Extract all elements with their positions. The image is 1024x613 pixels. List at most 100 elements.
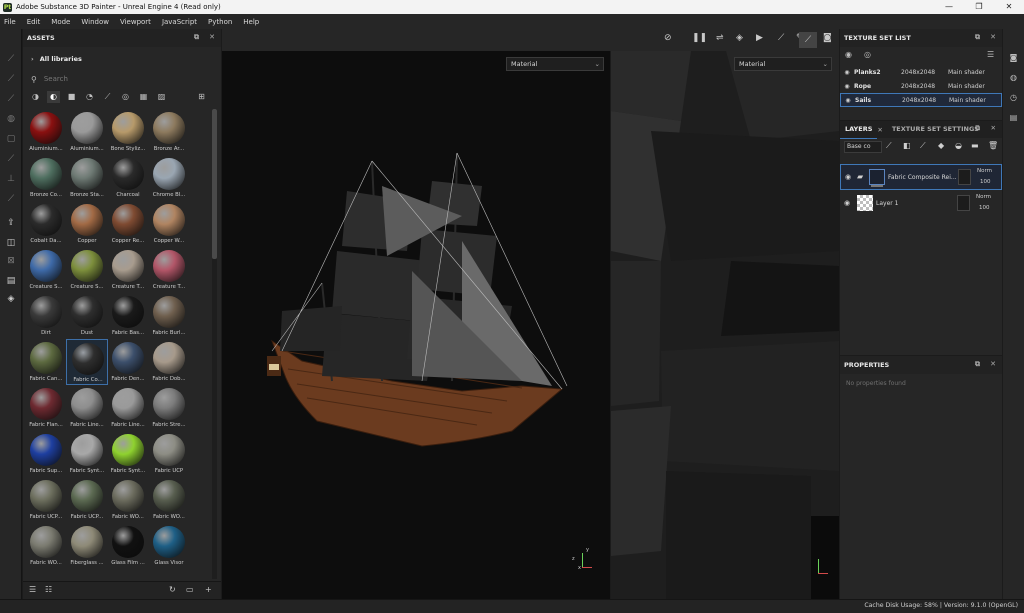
menu-python[interactable]: Python (208, 18, 232, 26)
filter-procedurals-icon[interactable]: ◎ (119, 91, 132, 103)
blend-mode[interactable]: Norm (977, 168, 992, 174)
asset-thumbnail[interactable]: Bronze Co... (25, 155, 67, 201)
close-panel-icon[interactable]: ✕ (991, 124, 996, 132)
filter-environments-icon[interactable]: ▨ (155, 91, 168, 103)
smudge-icon[interactable]: ▢ (5, 133, 17, 145)
asset-thumbnail[interactable]: Chrome Bl... (148, 155, 190, 201)
clone-icon[interactable]: ⟋ (5, 153, 17, 165)
sort-icon[interactable]: ☷ (45, 585, 52, 594)
display-settings-icon[interactable]: ◍ (1008, 73, 1019, 84)
refresh-icon[interactable]: ↻ (169, 585, 176, 594)
add-smart-material-icon[interactable]: ◒ (955, 141, 962, 150)
add-effect-icon[interactable]: ⟋ (886, 141, 892, 151)
texture-set-row[interactable]: ◉ Planks2 2048x2048 Main shader (840, 65, 1002, 79)
blend-mode[interactable]: Norm (976, 194, 991, 200)
asset-thumbnail[interactable]: Fabric WO... (148, 477, 190, 523)
menu-file[interactable]: File (4, 18, 16, 26)
close-panel-icon[interactable]: ✕ (990, 33, 996, 41)
asset-thumbnail[interactable]: Creature S... (25, 247, 67, 293)
filter-brushes-icon[interactable]: ⟋ (101, 91, 114, 103)
export-icon[interactable]: ▤ (5, 275, 17, 287)
maximize-button[interactable]: ❐ (964, 0, 994, 14)
asset-thumbnail[interactable]: Cobalt Da... (25, 201, 67, 247)
asset-thumbnail[interactable]: Copper (66, 201, 108, 247)
asset-thumbnail[interactable]: Fabric Stre... (148, 385, 190, 431)
asset-search[interactable]: ⚲ Search (23, 71, 221, 87)
tab-texture-set-settings[interactable]: TEXTURE SET SETTINGS (887, 121, 984, 138)
asset-thumbnail[interactable]: Fabric Synt... (107, 431, 149, 477)
polygon-fill-icon[interactable]: ◫ (5, 237, 17, 249)
bake-icon[interactable]: ⇪ (5, 217, 17, 229)
delete-icon[interactable]: 🗑 (988, 141, 998, 150)
menu-javascript[interactable]: JavaScript (162, 18, 197, 26)
menu-help[interactable]: Help (243, 18, 259, 26)
filter-smart-materials-icon[interactable]: ■ (65, 91, 78, 103)
viewport-2d[interactable]: Material ⌄ (611, 51, 839, 599)
undock-icon[interactable]: ⧉ (975, 124, 980, 133)
channel-dropdown-2d[interactable]: Material ⌄ (734, 57, 832, 71)
asset-thumbnail[interactable]: Fabric UCP... (25, 477, 67, 523)
texture-set-icon[interactable]: ◙ (1008, 53, 1019, 64)
filter-textures-icon[interactable]: ▦ (137, 91, 150, 103)
projection-icon[interactable]: ⟋ (5, 93, 17, 105)
tab-layers[interactable]: LAYERS (840, 121, 878, 139)
texture-set-shader[interactable]: Main shader (948, 83, 985, 90)
layer-drag-handle[interactable] (871, 185, 883, 187)
grid-view-icon[interactable]: ⊞ (195, 91, 208, 103)
undock-icon[interactable]: ⧉ (975, 33, 980, 42)
close-window-button[interactable]: ✕ (994, 0, 1024, 14)
asset-thumbnail[interactable]: Fabric Can... (25, 339, 67, 385)
eye-icon[interactable]: ◎ (864, 50, 871, 59)
screenshot-icon[interactable]: ◙ (823, 33, 832, 43)
layer-row[interactable]: ◉ Layer 1 Norm 100 (840, 191, 1002, 217)
history-icon[interactable]: ◷ (1008, 93, 1019, 104)
eye-icon[interactable]: ◉ (844, 199, 850, 207)
asset-thumbnail[interactable]: Glass Film ... (107, 523, 149, 569)
undock-icon[interactable]: ⧉ (194, 33, 199, 42)
search-input[interactable]: Search (44, 75, 68, 83)
filter-all-icon[interactable]: ◑ (29, 91, 42, 103)
camera-off-icon[interactable]: ⊘ (664, 33, 672, 43)
menu-icon[interactable]: ☰ (987, 50, 994, 59)
eye-icon[interactable]: ◉ (845, 173, 851, 181)
add-paint-layer-icon[interactable]: ⟋ (920, 141, 926, 151)
mesh-icon[interactable]: ◈ (5, 293, 17, 305)
eye-icon[interactable]: ◉ (841, 97, 855, 104)
asset-thumbnail[interactable]: Creature T... (107, 247, 149, 293)
measure-icon[interactable]: ⊠ (5, 255, 17, 267)
asset-thumbnail[interactable]: Copper W... (148, 201, 190, 247)
asset-thumbnail-selected[interactable]: Fabric Co... (66, 339, 108, 385)
close-panel-icon[interactable]: ✕ (209, 33, 215, 41)
picker-icon[interactable]: ⟋ (5, 193, 17, 205)
asset-thumbnail[interactable]: Fabric WO... (107, 477, 149, 523)
viewport-3d[interactable]: Material ⌄ z y x (222, 51, 610, 599)
stamp-icon[interactable]: ⊥ (5, 173, 17, 185)
menu-window[interactable]: Window (81, 18, 109, 26)
display-icon[interactable]: ◈ (736, 33, 743, 43)
texture-set-row-selected[interactable]: ◉ Sails 2048x2048 Main shader (840, 93, 1002, 107)
asset-thumbnail[interactable]: Fabric Synt... (66, 431, 108, 477)
asset-thumbnail[interactable]: Fabric Line... (107, 385, 149, 431)
layer-opacity[interactable]: 100 (980, 179, 991, 185)
add-mask-icon[interactable]: ◧ (903, 141, 911, 150)
menu-edit[interactable]: Edit (27, 18, 41, 26)
asset-thumbnail[interactable]: Creature S... (66, 247, 108, 293)
asset-thumbnail[interactable]: Fabric UCP (148, 431, 190, 477)
eraser-icon[interactable]: ⟋ (5, 73, 17, 85)
asset-thumbnail[interactable]: Fabric UCP... (66, 477, 108, 523)
eye-icon[interactable]: ◉ (840, 69, 854, 76)
camera-icon[interactable]: ▶ (756, 33, 763, 43)
asset-thumbnail[interactable]: Aluminium... (66, 109, 108, 155)
asset-thumbnail[interactable]: Fabric Line... (66, 385, 108, 431)
layer-opacity[interactable]: 100 (979, 205, 990, 211)
asset-thumbnail[interactable]: Fabric Dob... (148, 339, 190, 385)
texture-set-shader[interactable]: Main shader (949, 97, 986, 104)
assets-scrollbar[interactable] (212, 109, 217, 579)
asset-thumbnail[interactable]: Bronze Sta... (66, 155, 108, 201)
texture-set-row[interactable]: ◉ Rope 2048x2048 Main shader (840, 79, 1002, 93)
layer-mask-thumbnail[interactable] (958, 169, 971, 185)
asset-thumbnail[interactable]: Dust (66, 293, 108, 339)
menu-mode[interactable]: Mode (51, 18, 70, 26)
asset-thumbnail[interactable]: Fabric Sup... (25, 431, 67, 477)
log-icon[interactable]: ▤ (1008, 113, 1019, 124)
